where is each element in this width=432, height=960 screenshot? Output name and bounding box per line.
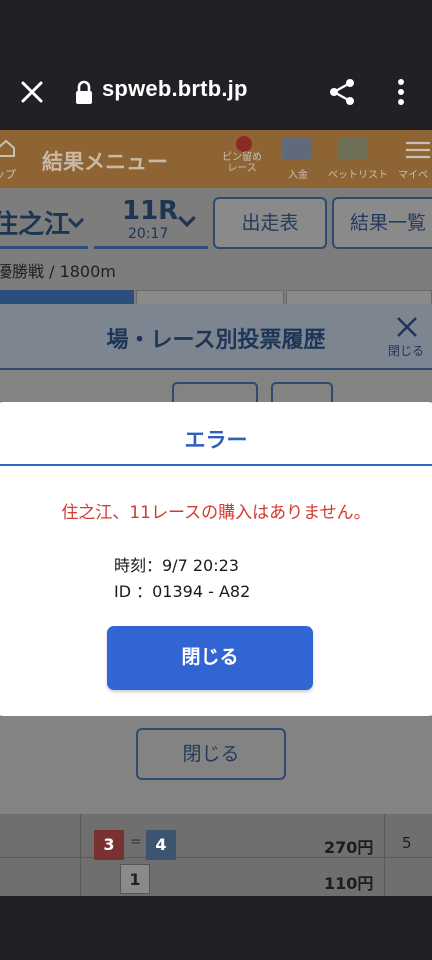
- nav-item-deposit[interactable]: 入金: [288, 166, 308, 181]
- close-icon-label[interactable]: 閉じる: [388, 342, 424, 359]
- table-row: 1 110円: [0, 860, 432, 896]
- chevron-down-icon[interactable]: [178, 216, 196, 227]
- error-id: ID ：01394 - A82: [114, 582, 251, 601]
- vote-history-header: 場・レース別投票履歴 閉じる: [0, 304, 432, 368]
- entries-button[interactable]: 出走表: [213, 197, 327, 249]
- home-icon[interactable]: [0, 138, 16, 158]
- error-dialog-divider: [0, 464, 432, 466]
- top-nav: ップ 結果メニュー ピン留め レース 入金 ベットリスト マイペ: [0, 130, 432, 188]
- results-table: 3 = 4 270円 5 1 110円: [0, 814, 432, 896]
- error-dialog-title: エラー: [184, 428, 248, 452]
- venue-selector[interactable]: 住之江: [0, 204, 70, 241]
- payout-value: 270円: [324, 838, 374, 857]
- deposit-icon[interactable]: [282, 138, 312, 160]
- share-icon[interactable]: [326, 76, 358, 108]
- browser-url-bar: spweb.brtb.jp: [0, 56, 432, 130]
- vote-history-title: 場・レース別投票履歴: [106, 328, 326, 353]
- race-underline: [94, 246, 208, 249]
- pin-icon[interactable]: [236, 136, 252, 152]
- lock-icon: [76, 80, 92, 104]
- chevron-down-icon[interactable]: [68, 218, 84, 228]
- status-bar: [0, 0, 432, 56]
- more-menu-icon[interactable]: [390, 76, 412, 108]
- race-number-selector[interactable]: 11R: [122, 196, 178, 226]
- separator-equals: =: [130, 834, 142, 850]
- vote-history-close-button[interactable]: 閉じる: [136, 728, 286, 780]
- popularity-value: 5: [402, 834, 412, 852]
- error-message: 住之江、11レースの購入はありません。: [61, 503, 371, 523]
- betlist-icon[interactable]: [338, 138, 368, 160]
- boat-number-first: 1: [120, 864, 150, 894]
- race-selector-row: 住之江 11R 20:17 出走表 結果一覧: [0, 194, 432, 254]
- nav-item-mypage[interactable]: マイペ: [398, 166, 428, 181]
- table-row: 3 = 4 270円 5: [0, 814, 432, 860]
- home-nav-item[interactable]: ップ: [0, 166, 16, 182]
- nav-item-pin[interactable]: ピン留め レース: [222, 152, 262, 174]
- boat-number-first: 3: [94, 830, 124, 860]
- close-icon[interactable]: [396, 316, 418, 338]
- url-text[interactable]: spweb.brtb.jp: [102, 76, 248, 102]
- menu-lines-icon[interactable]: [406, 140, 430, 160]
- race-subtitle: 優勝戦 / 1800m: [0, 262, 116, 281]
- boat-number-second: 4: [146, 830, 176, 860]
- error-time: 時刻：9/7 20:23: [114, 556, 239, 575]
- results-list-button[interactable]: 結果一覧: [332, 197, 432, 249]
- system-navigation-bar: [0, 896, 432, 960]
- race-time: 20:17: [128, 226, 169, 242]
- nav-item-betlist[interactable]: ベットリスト: [328, 166, 388, 181]
- error-dialog: エラー 住之江、11レースの購入はありません。 時刻：9/7 20:23 ID …: [0, 402, 432, 716]
- venue-underline: [0, 246, 88, 249]
- vote-history-divider: [0, 368, 432, 370]
- payout-value: 110円: [324, 874, 374, 893]
- nav-menu-title[interactable]: 結果メニュー: [42, 146, 168, 176]
- error-close-button[interactable]: 閉じる: [107, 626, 313, 690]
- close-tab-icon[interactable]: [18, 78, 46, 106]
